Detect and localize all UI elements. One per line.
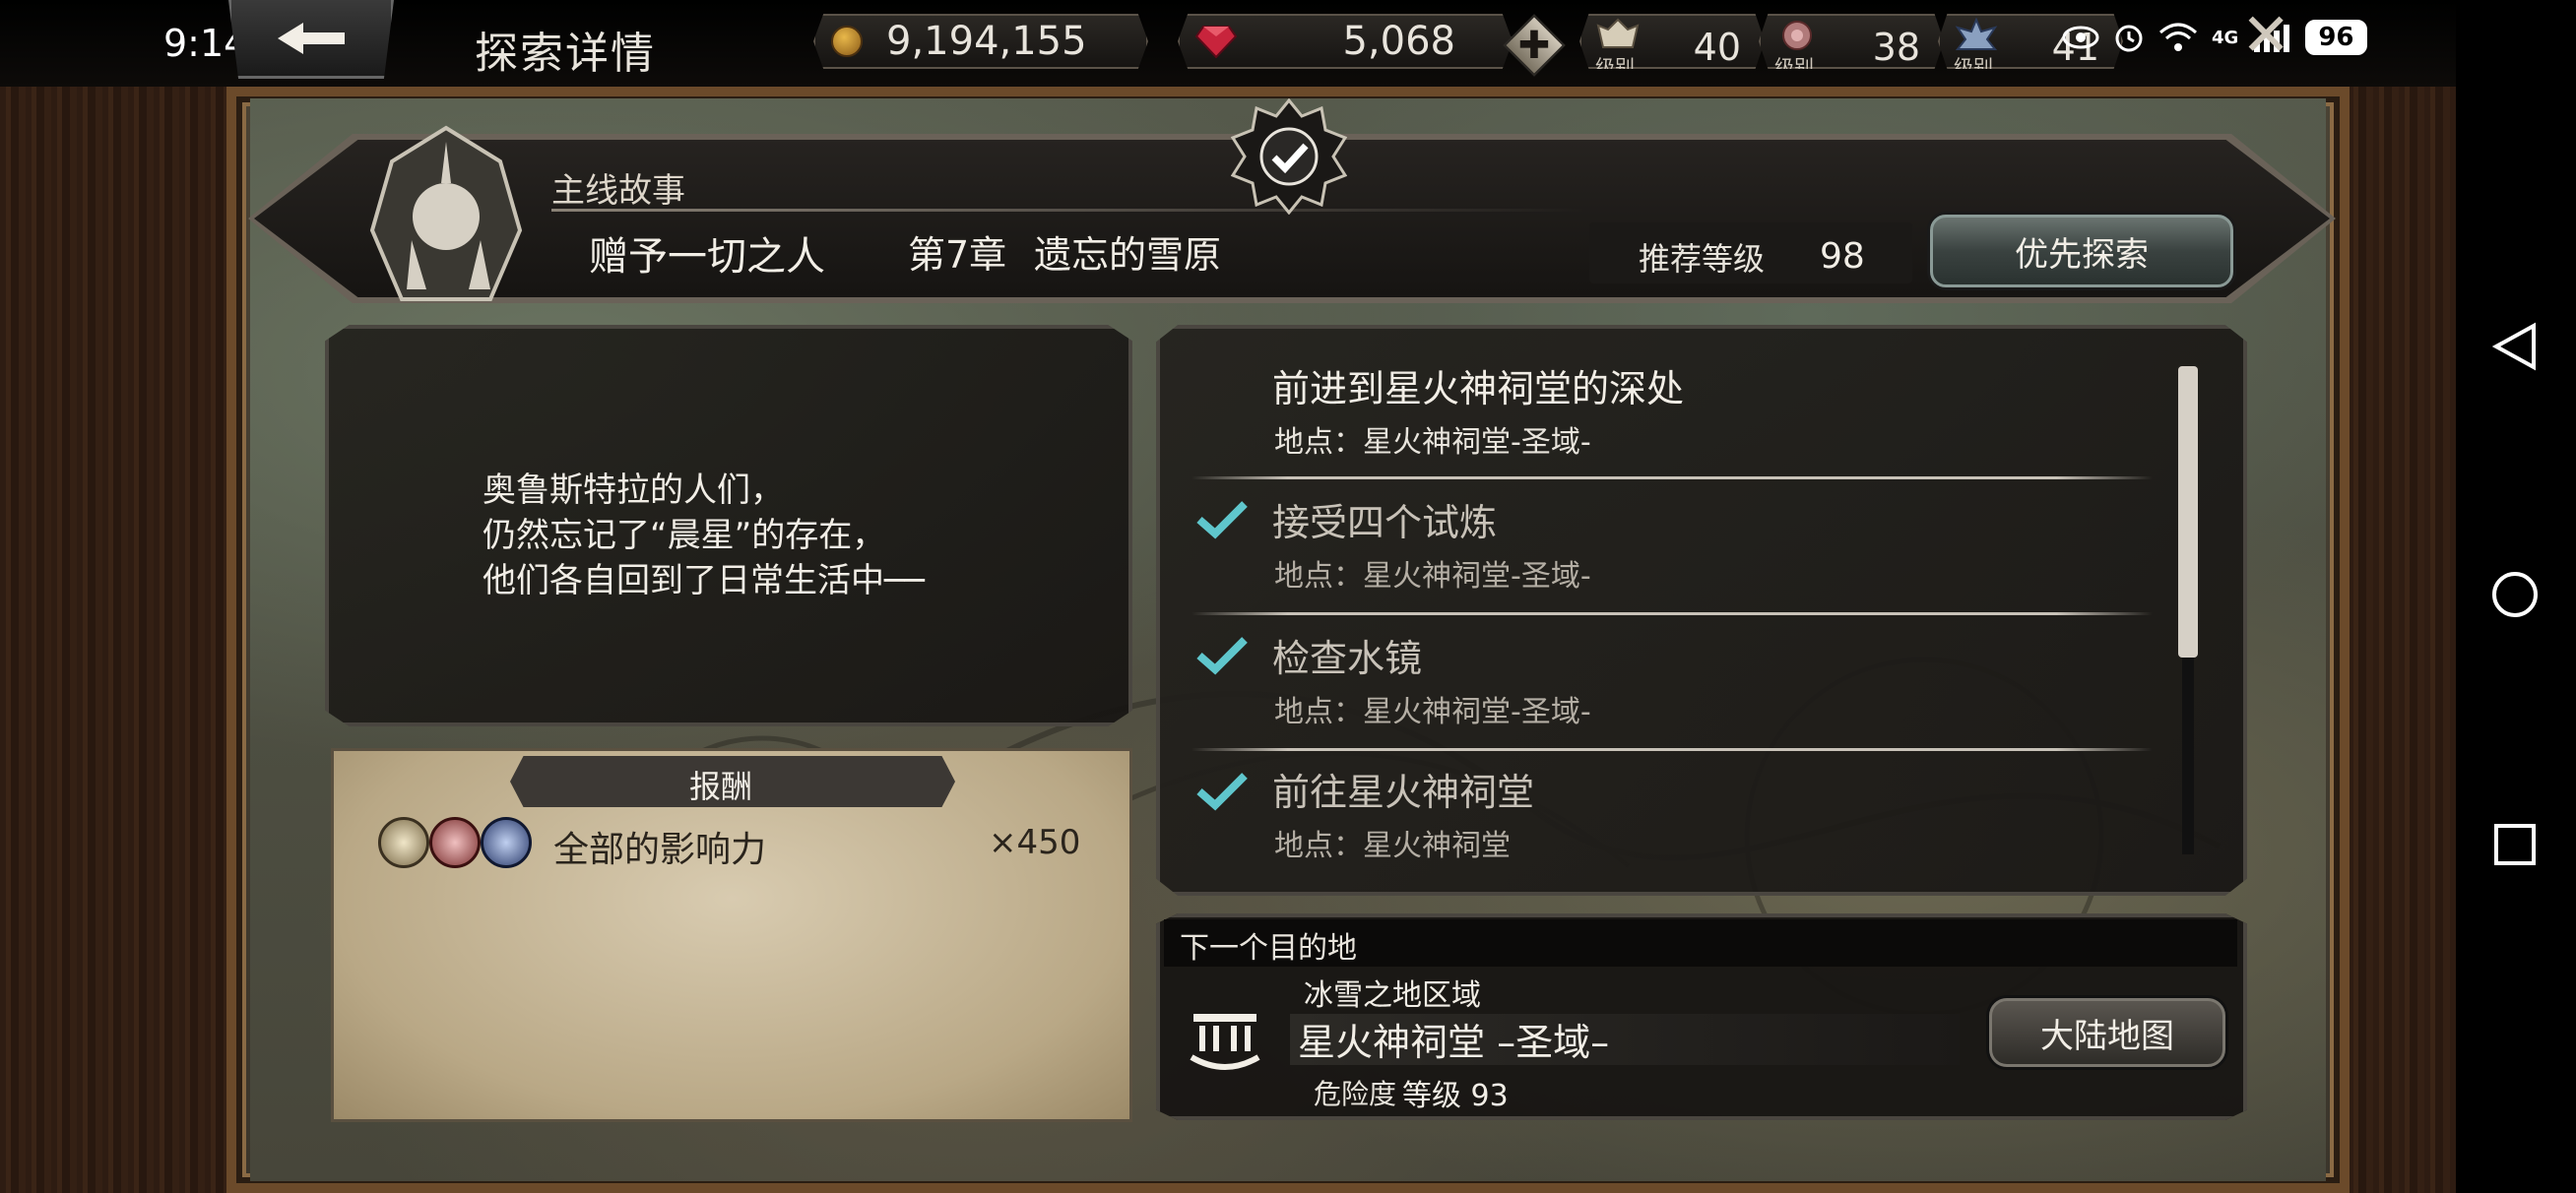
reward-quantity: ×450	[989, 823, 1081, 862]
game-screen: 9:14 探索详情 9,194,155 5,068 ✚ 级别 40 级别 38 …	[0, 0, 2576, 1193]
sword-influence-icon	[481, 817, 532, 868]
rose-crest-icon	[1782, 21, 1812, 50]
objective-location: 地点：星火神祠堂-圣域-	[1274, 425, 1591, 460]
triangle-back-icon	[2492, 322, 2536, 371]
top-bar: 9:14 探索详情 9,194,155 5,068 ✚ 级别 40 级别 38 …	[0, 0, 2456, 87]
sword-crest-icon	[1955, 18, 1998, 50]
add-gems-button[interactable]: ✚	[1503, 14, 1566, 77]
nav-recents-button[interactable]	[2487, 817, 2543, 872]
gem-counter: 5,068	[1178, 14, 1513, 69]
eye-icon	[2062, 26, 2099, 49]
continent-map-button[interactable]: 大陆地图	[1989, 998, 2225, 1067]
next-destination-label: 下一个目的地	[1180, 931, 1357, 966]
main-story-crest-icon	[369, 125, 523, 301]
reward-name: 全部的影响力	[553, 830, 767, 870]
gold-counter: 9,194,155	[813, 14, 1148, 69]
objective-title: 接受四个试炼	[1272, 501, 1498, 544]
story-name: 赠予一切之人	[589, 234, 825, 280]
objective-location: 地点：星火神祠堂-圣域-	[1274, 559, 1591, 594]
reward-title: 报酬	[689, 768, 753, 805]
close-button[interactable]: ✕	[2241, 6, 2290, 65]
objective-divider	[1191, 476, 2153, 479]
story-text-line: 奥鲁斯特拉的人们，	[483, 471, 784, 510]
story-text-line: 仍然忘记了“晨星”的存在，	[483, 516, 886, 555]
story-text-line: 他们各自回到了日常生活中──	[483, 561, 925, 600]
checkmark-icon	[1196, 501, 1248, 539]
checkmark-icon	[1196, 637, 1248, 675]
alarm-icon	[2115, 25, 2143, 52]
checkmark-emblem-icon	[1231, 98, 1347, 215]
nav-back-button[interactable]	[2487, 319, 2543, 374]
page-title: 探索详情	[475, 29, 656, 79]
noble-influence-icon	[378, 817, 429, 868]
system-status-icons: 4G 96	[2062, 20, 2367, 55]
story-category: 主线故事	[551, 171, 685, 211]
wood-border-left	[0, 0, 228, 1193]
noble-crest-icon	[1596, 18, 1640, 48]
checkmark-icon	[1196, 773, 1248, 811]
objective-location: 地点：星火神祠堂	[1274, 829, 1511, 863]
priority-explore-button[interactable]: 优先探索	[1930, 215, 2233, 287]
recommended-level-value: 98	[1820, 236, 1865, 277]
level-badge-rose: 级别 38	[1759, 14, 1944, 69]
circle-home-icon	[2492, 572, 2538, 617]
level-badge-noble: 级别 40	[1579, 14, 1765, 69]
android-nav-bar	[2456, 0, 2576, 1193]
square-recents-icon	[2494, 824, 2536, 865]
gem-value: 5,068	[1342, 19, 1455, 64]
danger-label: 危险度	[1314, 1078, 1397, 1110]
objective-divider	[1191, 612, 2153, 615]
battery-indicator: 96	[2305, 20, 2367, 55]
region-name: 冰雪之地区域	[1304, 978, 1481, 1013]
wifi-icon	[2159, 23, 2197, 51]
objective-title: 检查水镜	[1272, 637, 1423, 680]
gold-value: 9,194,155	[886, 19, 1087, 64]
nav-home-button[interactable]	[2487, 567, 2543, 622]
banner-divider	[551, 209, 1585, 212]
danger-level: 等级 93	[1402, 1079, 1509, 1113]
wood-border-right	[2348, 0, 2456, 1193]
objective-scrollbar-thumb[interactable]	[2178, 366, 2198, 658]
chapter-number: 第7章	[908, 233, 1007, 277]
gem-icon	[1195, 26, 1237, 58]
network-type: 4G	[2212, 27, 2239, 48]
plus-icon: ✚	[1517, 23, 1551, 68]
objective-divider	[1191, 748, 2153, 751]
back-button[interactable]	[228, 0, 394, 79]
shrine-icon	[1190, 1014, 1260, 1070]
recommended-level-label: 推荐等级	[1639, 240, 1766, 278]
objective-title: 前进到星火神祠堂的深处	[1272, 367, 1685, 410]
arrow-left-icon	[278, 22, 345, 54]
destination-name: 星火神祠堂 –圣域–	[1298, 1021, 1610, 1064]
coin-icon	[831, 26, 863, 57]
objective-title: 前往星火神祠堂	[1272, 771, 1535, 814]
rose-influence-icon	[429, 817, 481, 868]
objective-location: 地点：星火神祠堂-圣域-	[1274, 695, 1591, 729]
chapter-title: 遗忘的雪原	[1034, 233, 1222, 277]
